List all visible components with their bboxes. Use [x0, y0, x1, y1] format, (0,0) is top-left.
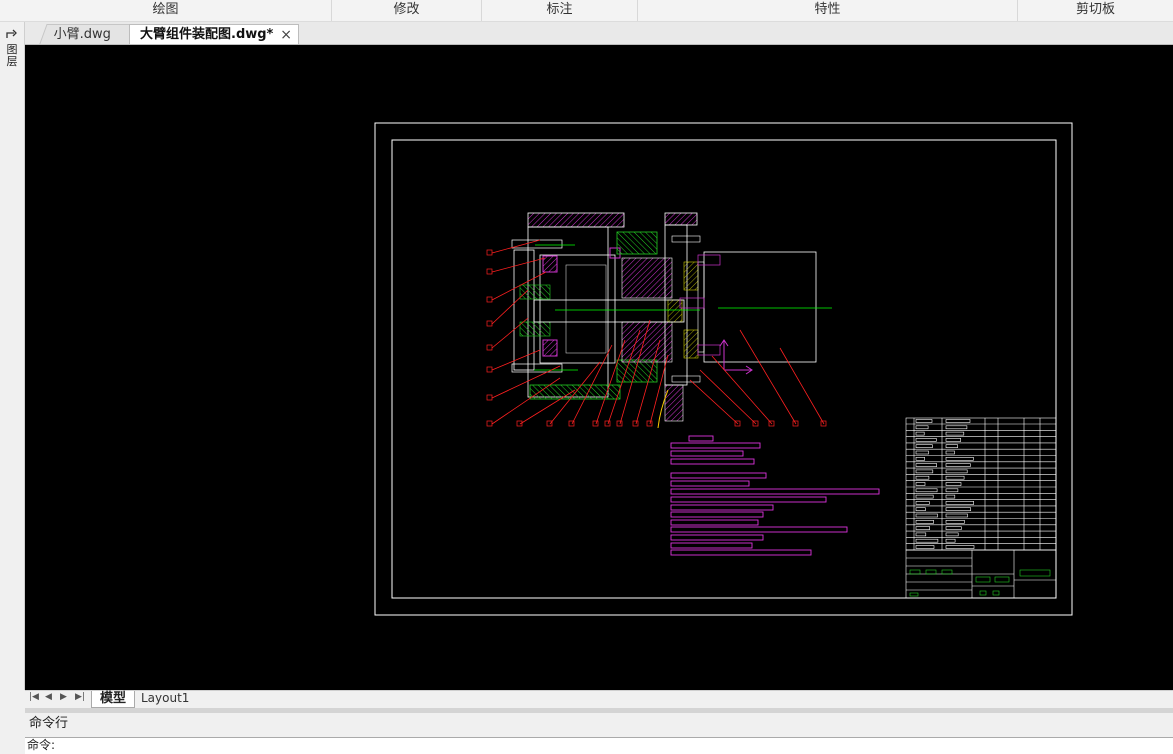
ribbon-panel-annotate[interactable]: 标注	[482, 0, 638, 21]
layout-tab-bar: |◀ ◀ ▶ ▶| 模型 Layout1	[25, 690, 1173, 708]
doc-tab-label: 小臂.dwg	[53, 27, 111, 42]
drawing-canvas[interactable]	[25, 45, 1173, 690]
prev-layout-icon[interactable]: ◀	[45, 692, 52, 702]
document-tab-bar: 小臂.dwg 大臂组件装配图.dwg* ×	[25, 22, 1173, 45]
layer-panel-label[interactable]: 图层	[5, 44, 19, 68]
first-layout-icon[interactable]: |◀	[29, 692, 39, 702]
layout-tab-model[interactable]: 模型	[91, 691, 136, 708]
technical-requirements-block	[670, 435, 880, 556]
ribbon-panel-titles: 绘图 修改 标注 特性 剪切板	[0, 0, 1173, 22]
assembly-section-view	[511, 212, 832, 429]
close-icon[interactable]: ×	[280, 25, 292, 45]
command-input[interactable]: 命令:	[25, 737, 1173, 754]
doc-tab-label: 大臂组件装配图.dwg*	[140, 27, 274, 42]
layout-tab-layout1[interactable]: Layout1	[133, 691, 197, 707]
doc-tab-big-arm-assembly[interactable]: 大臂组件装配图.dwg* ×	[129, 24, 299, 44]
parts-list-table	[905, 417, 1057, 551]
ribbon-panel-clipboard[interactable]: 剪切板	[1018, 0, 1173, 21]
ribbon-panel-modify[interactable]: 修改	[332, 0, 482, 21]
layer-side-panel: 图层	[0, 22, 25, 690]
doc-tab-small-arm[interactable]: 小臂.dwg	[39, 24, 139, 44]
title-block	[905, 549, 1057, 599]
next-layout-icon[interactable]: ▶	[60, 692, 67, 702]
ribbon-panel-properties[interactable]: 特性	[638, 0, 1018, 21]
command-line-title: 命令行	[25, 713, 1173, 737]
pin-icon[interactable]	[5, 28, 19, 40]
ribbon-panel-draw[interactable]: 绘图	[0, 0, 332, 21]
last-layout-icon[interactable]: ▶|	[75, 692, 85, 702]
cad-drawing	[374, 122, 1073, 616]
